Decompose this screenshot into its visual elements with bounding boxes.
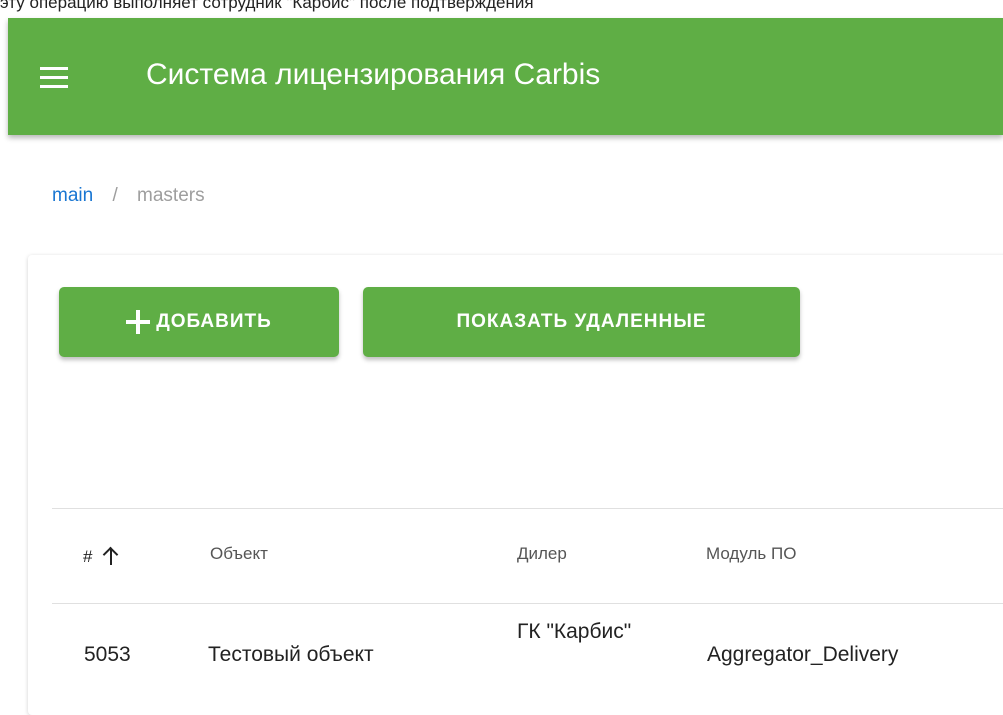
breadcrumb-item-masters: masters — [137, 185, 205, 206]
column-header-dealer[interactable]: Дилер — [517, 544, 567, 564]
table-top-divider — [52, 508, 1003, 509]
show-deleted-button[interactable]: ПОКАЗАТЬ УДАЛЕННЫЕ — [363, 287, 800, 357]
breadcrumb: main / masters — [52, 185, 205, 207]
cell-object: Тестовый объект — [208, 643, 374, 666]
table-header-divider — [52, 603, 1003, 604]
cell-id: 5053 — [84, 643, 131, 666]
add-button-label: ДОБАВИТЬ — [156, 311, 272, 332]
menu-icon[interactable] — [40, 67, 68, 89]
page-caption-text: эту операцию выполняет сотрудник "Карбис… — [0, 0, 534, 12]
show-deleted-button-label: ПОКАЗАТЬ УДАЛЕННЫЕ — [456, 311, 707, 332]
cell-dealer: ГК "Карбис" — [517, 620, 632, 643]
plus-icon — [126, 310, 151, 334]
cell-module: Aggregator_Delivery — [707, 643, 899, 666]
arrow-up-icon — [103, 547, 119, 565]
app-title: Система лицензирования Carbis — [146, 58, 601, 91]
column-header-id[interactable]: # — [83, 544, 119, 567]
add-button[interactable]: ДОБАВИТЬ — [59, 287, 339, 357]
breadcrumb-item-main[interactable]: main — [52, 185, 93, 206]
column-header-object[interactable]: Объект — [210, 544, 268, 564]
breadcrumb-separator: / — [112, 185, 118, 206]
column-header-module[interactable]: Модуль ПО — [706, 544, 796, 564]
column-header-id-label: # — [83, 547, 93, 566]
app-bar: Система лицензирования Carbis — [8, 18, 1003, 135]
